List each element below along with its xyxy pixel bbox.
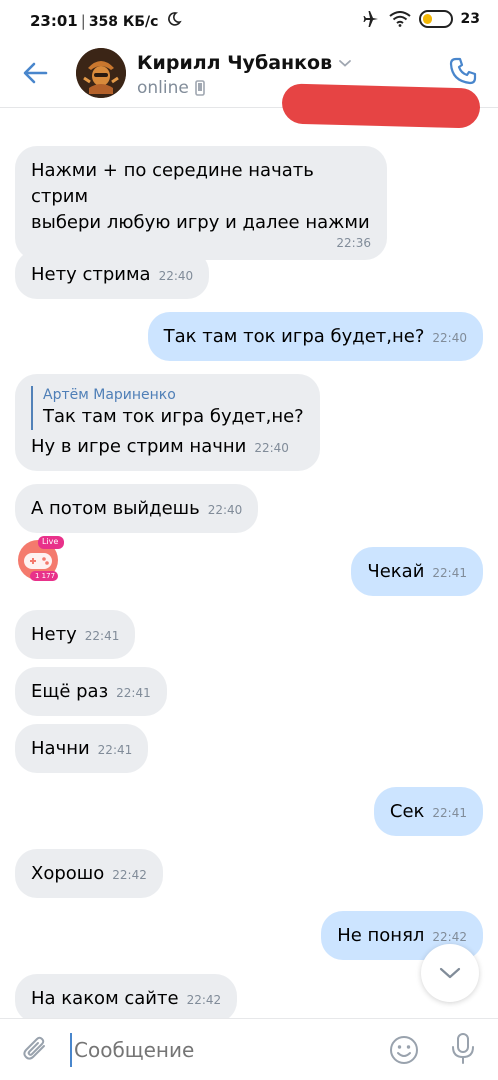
message-time: 22:41 bbox=[84, 629, 120, 643]
chevron-down-icon[interactable] bbox=[338, 58, 352, 68]
paperclip-icon[interactable] bbox=[20, 1033, 52, 1065]
message-incoming[interactable]: Нажми + по середине начать стрим выбери … bbox=[15, 146, 387, 260]
message-text: Не понял bbox=[337, 925, 425, 946]
message-time: 22:42 bbox=[112, 868, 147, 882]
status-bar: 23:01 | 358 КБ/с 23 bbox=[0, 0, 498, 40]
message-time: 22:36 bbox=[336, 236, 371, 250]
message-time: 22:40 bbox=[254, 441, 289, 455]
status-right: 23 bbox=[361, 10, 480, 28]
message-incoming[interactable]: На каком сайте 22:42 bbox=[15, 974, 238, 1023]
message-text: Ну в игре стрим начни bbox=[31, 436, 247, 457]
moon-icon bbox=[168, 12, 182, 26]
redaction-mark bbox=[281, 83, 481, 129]
battery-icon bbox=[418, 10, 453, 28]
message-time: 22:40 bbox=[158, 269, 194, 283]
contact-name[interactable]: Кирилл Чубанков bbox=[137, 52, 352, 74]
message-text: А потом выйдешь bbox=[31, 498, 200, 519]
quote-text: Так там ток игра будет,не? bbox=[43, 406, 304, 427]
message-time: 22:41 bbox=[116, 686, 151, 700]
mobile-icon bbox=[195, 80, 205, 96]
live-stream-sticker[interactable]: Live 1 177 bbox=[16, 533, 64, 583]
status-left: 23:01 | 358 КБ/с bbox=[30, 12, 159, 30]
message-text: Нету стрима bbox=[31, 264, 151, 285]
message-text: На каком сайте bbox=[31, 988, 179, 1009]
message-input[interactable] bbox=[70, 1033, 370, 1067]
microphone-icon[interactable] bbox=[449, 1032, 477, 1066]
emoji-icon[interactable] bbox=[388, 1034, 420, 1066]
message-text: Чекай bbox=[367, 561, 425, 582]
message-outgoing[interactable]: Так там ток игра будет,не? 22:40 bbox=[147, 312, 483, 361]
message-time: 22:41 bbox=[432, 806, 467, 820]
message-outgoing[interactable]: Чекай 22:41 bbox=[351, 547, 483, 596]
avatar[interactable] bbox=[76, 48, 126, 98]
contact-name-text: Кирилл Чубанков bbox=[137, 52, 333, 74]
message-incoming[interactable]: Хорошо 22:42 bbox=[15, 849, 163, 898]
message-text: Начни bbox=[31, 738, 90, 759]
message-time: 22:42 bbox=[432, 930, 467, 944]
message-text: Ещё раз bbox=[31, 681, 109, 702]
message-text: Так там ток игра будет,не? bbox=[163, 326, 425, 347]
viewer-count: 1 177 bbox=[35, 572, 56, 580]
live-badge: Live bbox=[42, 537, 59, 546]
message-time: 22:41 bbox=[97, 743, 133, 757]
message-incoming[interactable]: А потом выйдешь 22:40 bbox=[15, 484, 259, 533]
message-text: Хорошо bbox=[31, 863, 105, 884]
contact-status: online bbox=[137, 78, 205, 98]
message-incoming[interactable]: Ещё раз 22:41 bbox=[15, 667, 167, 716]
chevron-down-icon bbox=[439, 967, 461, 979]
message-text: Сек bbox=[389, 801, 425, 822]
message-time: 22:40 bbox=[432, 331, 467, 345]
airplane-icon bbox=[363, 11, 378, 27]
message-incoming[interactable]: Начни 22:41 bbox=[15, 724, 149, 773]
contact-status-text: online bbox=[137, 78, 189, 98]
quote-author: Артём Мариненко bbox=[43, 387, 176, 403]
message-incoming-reply[interactable]: Артём Мариненко Так там ток игра будет,н… bbox=[15, 374, 320, 471]
message-text: выбери любую игру и далее нажми bbox=[31, 212, 370, 233]
message-time: 22:42 bbox=[186, 993, 222, 1007]
message-time: 22:41 bbox=[432, 566, 467, 580]
message-composer bbox=[0, 1018, 498, 1080]
phone-icon[interactable] bbox=[448, 56, 478, 86]
scroll-to-bottom-button[interactable] bbox=[421, 944, 479, 1002]
wifi-icon bbox=[388, 11, 411, 27]
status-time: 23:01 bbox=[30, 12, 78, 30]
message-incoming[interactable]: Нету стрима 22:40 bbox=[15, 250, 210, 299]
network-speed: 358 КБ/с bbox=[88, 14, 159, 30]
message-text: Нажми + по середине начать стрим bbox=[31, 160, 314, 207]
back-arrow-icon[interactable] bbox=[20, 58, 50, 88]
reply-quote[interactable]: Артём Мариненко Так там ток игра будет,н… bbox=[31, 386, 304, 430]
message-outgoing[interactable]: Сек 22:41 bbox=[373, 787, 483, 836]
battery-level: 23 bbox=[460, 11, 480, 27]
message-text: Нету bbox=[31, 624, 77, 645]
message-time: 22:40 bbox=[207, 503, 243, 517]
message-incoming[interactable]: Нету 22:41 bbox=[15, 610, 136, 659]
